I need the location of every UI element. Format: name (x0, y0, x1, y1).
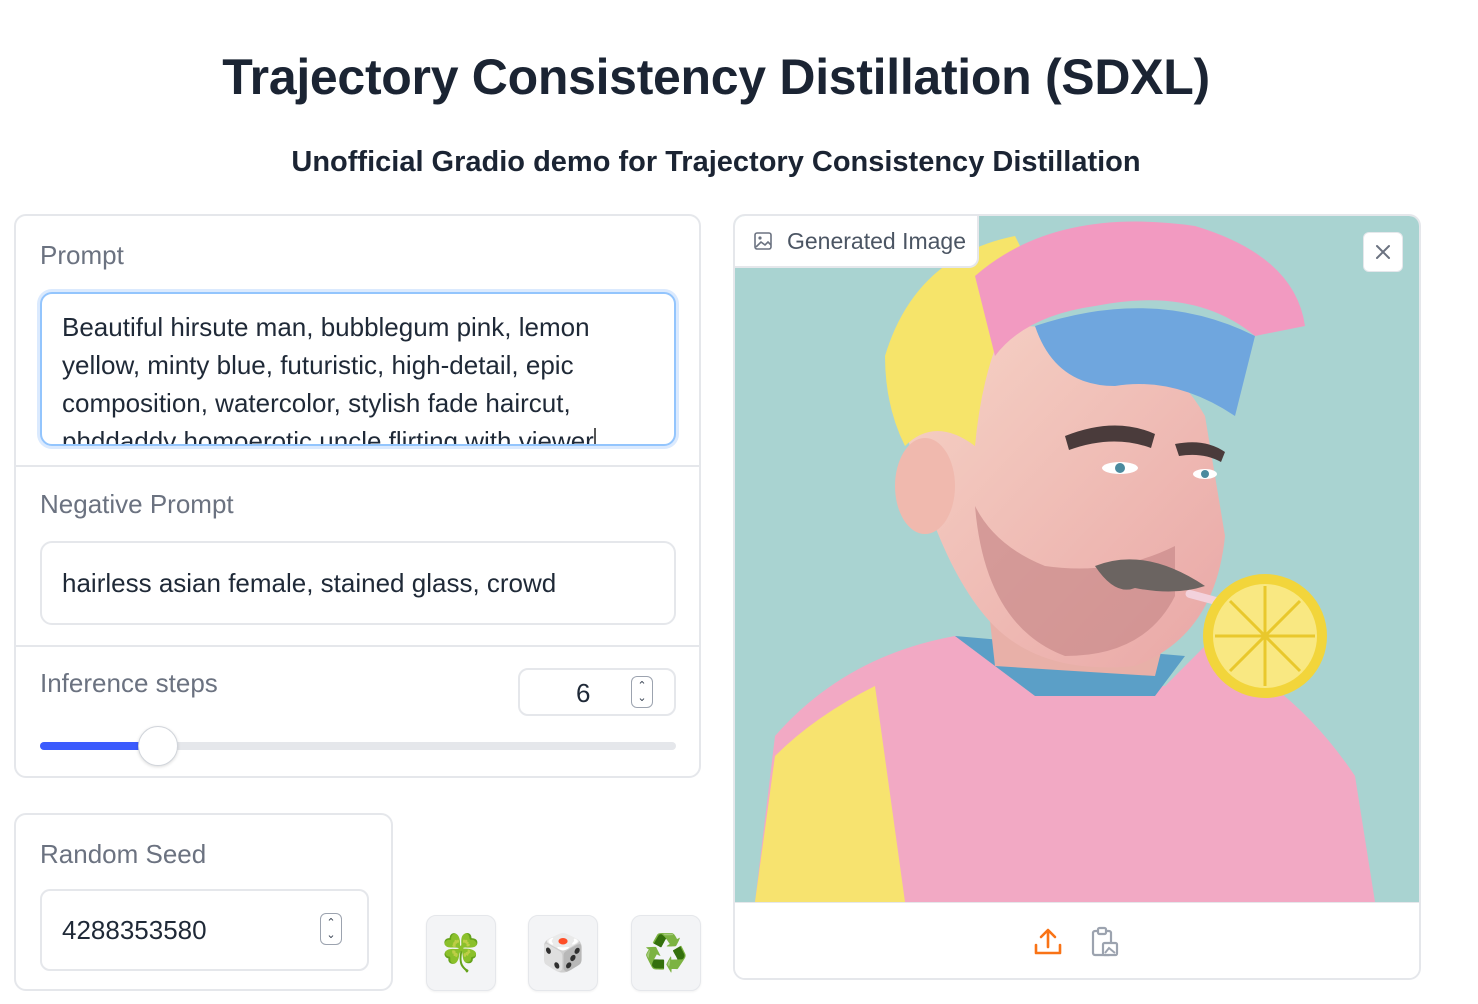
close-button[interactable] (1363, 232, 1403, 272)
random-seed-button[interactable]: 🎲 (528, 915, 598, 991)
inference-steps-stepper-icon[interactable]: ⌃ ⌄ (631, 676, 653, 708)
clover-button[interactable]: 🍀 (426, 915, 496, 991)
negative-prompt-text: hairless asian female, stained glass, cr… (62, 568, 557, 598)
page-title: Trajectory Consistency Distillation (SDX… (222, 49, 1210, 105)
settings-panel: Prompt Beautiful hirsute man, bubblegum … (14, 214, 701, 778)
page-subtitle: Unofficial Gradio demo for Trajectory Co… (291, 146, 1141, 178)
text-caret (593, 428, 596, 444)
seed-value: 4288353580 (62, 915, 207, 945)
close-icon (1376, 245, 1390, 259)
output-panel: Generated Image (733, 214, 1421, 980)
output-label-tab: Generated Image (735, 216, 979, 268)
negative-prompt-input[interactable]: hairless asian female, stained glass, cr… (40, 541, 676, 625)
prompt-text: Beautiful hirsute man, bubblegum pink, l… (62, 312, 594, 446)
prompt-section: Prompt Beautiful hirsute man, bubblegum … (16, 216, 699, 466)
image-toolbar (735, 902, 1419, 978)
clipboard-icon[interactable] (1087, 925, 1121, 959)
divider (16, 645, 699, 647)
inference-steps-value: 6 (576, 678, 591, 708)
reuse-seed-button[interactable]: ♻️ (631, 915, 701, 991)
negative-prompt-label: Negative Prompt (40, 489, 234, 519)
prompt-label: Prompt (40, 240, 124, 270)
negative-prompt-section: Negative Prompt hairless asian female, s… (16, 467, 699, 645)
seed-label: Random Seed (40, 839, 207, 869)
slider-thumb[interactable] (138, 726, 179, 766)
recycle-icon: ♻️ (643, 932, 689, 973)
inference-steps-slider[interactable] (40, 742, 676, 750)
inference-steps-input[interactable]: 6 ⌃ ⌄ (518, 668, 676, 716)
prompt-textarea[interactable]: Beautiful hirsute man, bubblegum pink, l… (40, 292, 676, 446)
image-icon (754, 232, 772, 250)
seed-input[interactable]: 4288353580 ⌃ ⌄ (40, 889, 369, 971)
dice-icon: 🎲 (540, 932, 586, 973)
seed-stepper-icon[interactable]: ⌃ ⌄ (320, 913, 342, 945)
output-label: Generated Image (787, 227, 967, 254)
clover-icon: 🍀 (438, 932, 484, 973)
seed-panel: Random Seed 4288353580 ⌃ ⌄ (14, 813, 393, 991)
upload-icon[interactable] (1031, 925, 1065, 959)
generated-image (735, 216, 1419, 902)
inference-steps-label: Inference steps (40, 668, 218, 698)
